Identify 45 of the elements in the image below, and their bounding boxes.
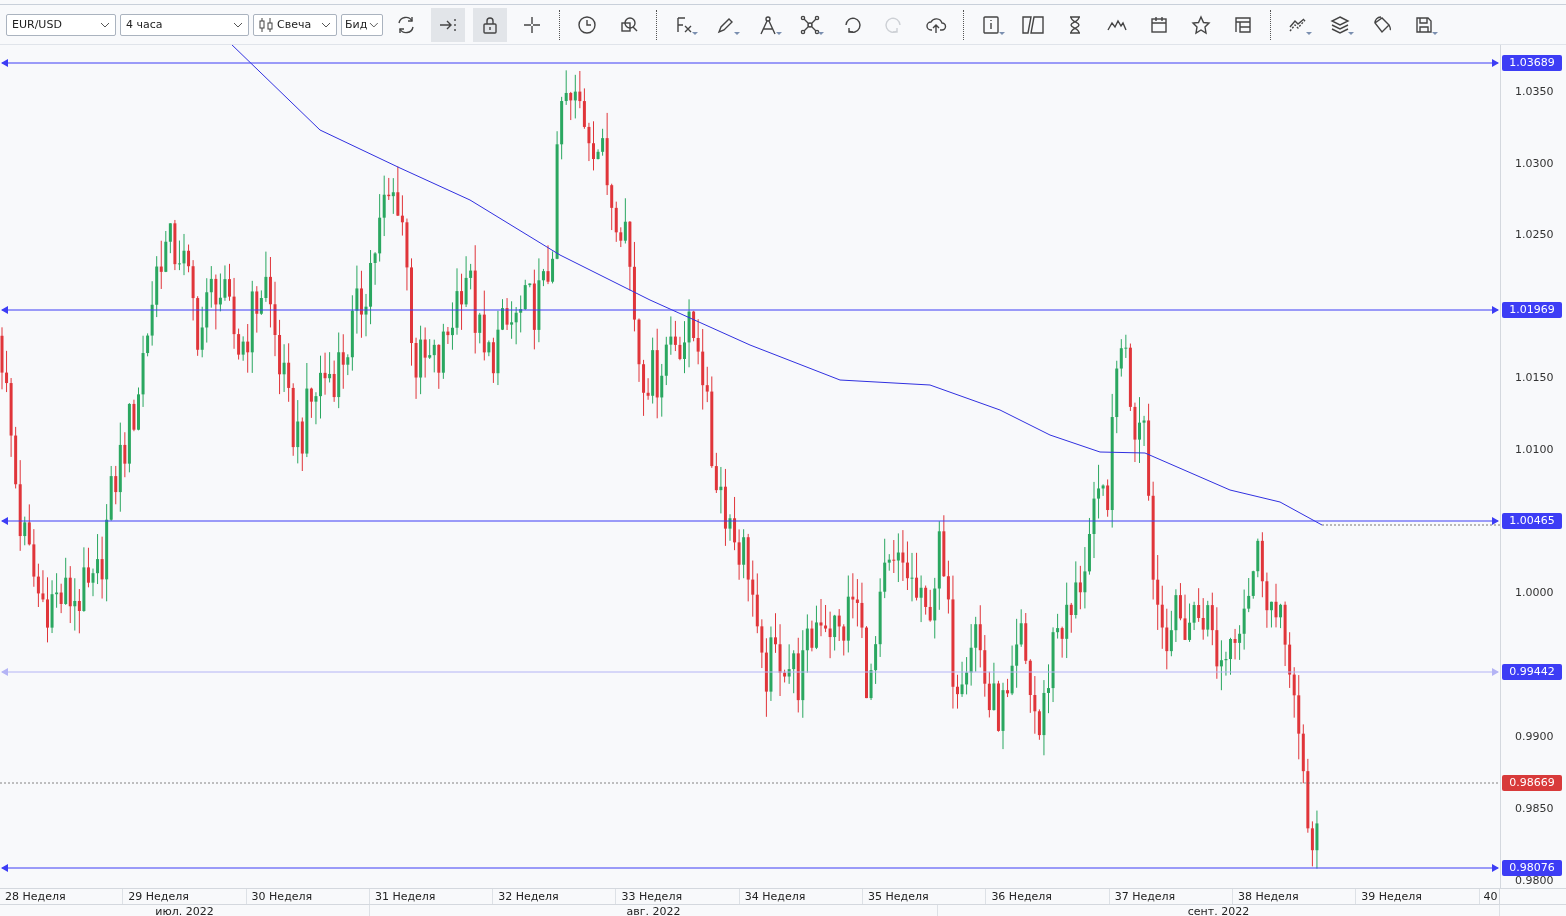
- week-label: 28 Неделя: [0, 889, 124, 904]
- chevron-icon: [321, 21, 331, 28]
- price-tick-label: 0.9900: [1515, 729, 1554, 745]
- price-level-line[interactable]: [1, 517, 1499, 525]
- week-label: 33 Неделя: [616, 889, 740, 904]
- week-label: 32 Неделя: [493, 889, 617, 904]
- lock-button[interactable]: [473, 7, 507, 42]
- price-tick-label: 0.9850: [1515, 801, 1554, 817]
- price-tag: 1.00465: [1502, 513, 1562, 529]
- candle-icon: [259, 16, 273, 33]
- week-label: 38 Неделя: [1232, 889, 1357, 904]
- week-label: 31 Неделя: [369, 889, 494, 904]
- price-tag: 0.99442: [1502, 664, 1562, 680]
- price-tick-label: 1.0000: [1515, 585, 1554, 601]
- price-tick-label: 1.0100: [1515, 442, 1554, 458]
- week-label: 30 Неделя: [246, 889, 370, 904]
- week-label: 40: [1479, 889, 1500, 904]
- price-level-line[interactable]: [1, 306, 1499, 314]
- price-tick-label: 1.0150: [1515, 370, 1554, 386]
- price-tag: 0.98669: [1502, 775, 1562, 791]
- price-tick-label: 0.9800: [1515, 873, 1554, 889]
- week-label: 35 Неделя: [863, 889, 987, 904]
- price-tag: 1.03689: [1502, 55, 1562, 71]
- dropdown[interactable]: Бид: [341, 13, 383, 36]
- week-label: 39 Неделя: [1356, 889, 1480, 904]
- week-label: 29 Неделя: [123, 889, 247, 904]
- month-label: июл. 2022: [0, 905, 370, 916]
- chevron-icon: [369, 21, 379, 28]
- price-tag: 0.98076: [1502, 860, 1562, 876]
- price-level-line[interactable]: [1, 668, 1499, 676]
- week-label: 34 Неделя: [739, 889, 864, 904]
- price-tick-label: 1.0250: [1515, 227, 1554, 243]
- chevron-icon: [233, 21, 243, 28]
- price-tick-label: 1.0350: [1515, 84, 1554, 100]
- price-tick-label: 1.0300: [1515, 156, 1554, 172]
- dropdown[interactable]: 4 часа: [120, 13, 249, 36]
- chevron-icon: [100, 21, 110, 28]
- price-tag: 1.01969: [1502, 302, 1562, 318]
- month-label: авг. 2022: [370, 905, 938, 916]
- scroll-end-button[interactable]: [431, 7, 465, 42]
- dropdown[interactable]: Свеча: [253, 13, 337, 36]
- week-label: 37 Неделя: [1109, 889, 1233, 904]
- dropdown[interactable]: EUR/USD: [6, 13, 116, 36]
- week-label: 36 Неделя: [986, 889, 1110, 904]
- month-label: сент. 2022: [938, 905, 1500, 916]
